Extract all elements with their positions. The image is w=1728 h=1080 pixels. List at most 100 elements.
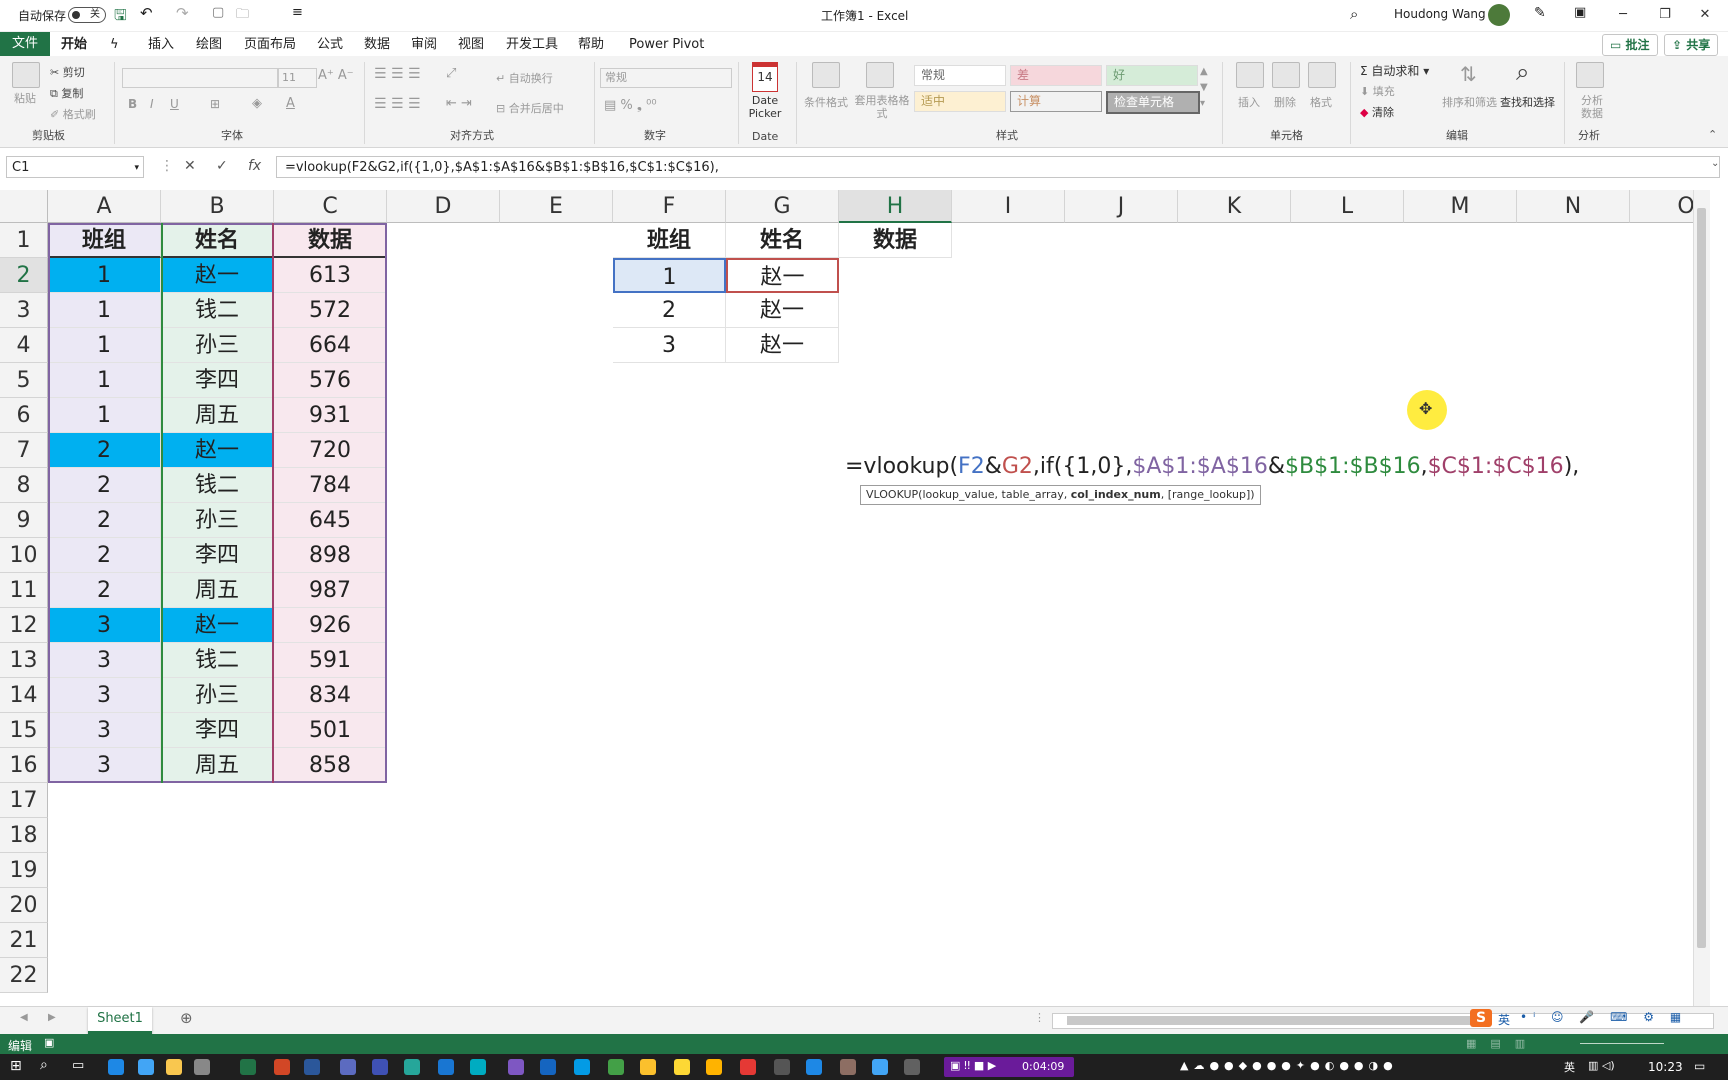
column-header-i[interactable]: I xyxy=(952,190,1065,223)
table-cell[interactable]: 赵一 xyxy=(726,293,839,328)
cell-edit-h2[interactable]: =vlookup(F2&G2,if({1,0},$A$1:$A$16&$B$1:… xyxy=(843,451,1580,483)
row-header-2[interactable]: 2 xyxy=(0,258,48,293)
style-good[interactable]: 好 xyxy=(1106,65,1198,86)
copy-button[interactable]: ⧉ 复制 xyxy=(50,85,83,101)
worksheet-grid[interactable]: ABCDEFGHIJKLMNO 1 2 3 4 5 6 7 8 9 10 11 12 13 14 15 16 1… xyxy=(0,190,1710,1006)
app-icon[interactable] xyxy=(806,1059,822,1075)
sort-filter-icon[interactable]: ⇅ xyxy=(1460,62,1477,86)
ribbon-display-icon[interactable]: ▣ xyxy=(1574,5,1586,20)
task-view-icon[interactable]: ▭ xyxy=(72,1058,84,1073)
new-file-icon[interactable]: ▢ xyxy=(212,5,224,20)
pen-icon[interactable]: ✎ xyxy=(1534,5,1546,21)
table-cell[interactable]: 周五 xyxy=(161,748,274,783)
tab-view[interactable]: 视图 xyxy=(458,36,484,56)
app-icon[interactable] xyxy=(904,1059,920,1075)
tab-power-pivot[interactable]: Power Pivot xyxy=(629,36,704,56)
enter-icon[interactable]: ✓ xyxy=(216,158,228,174)
table-cell[interactable]: 987 xyxy=(274,573,387,608)
row-header-8[interactable]: 8 xyxy=(0,468,48,503)
table-cell[interactable]: 赵一 xyxy=(161,608,274,643)
table-cell[interactable]: 赵一 xyxy=(726,328,839,363)
table-cell[interactable]: 3 xyxy=(613,328,726,363)
app-icon[interactable] xyxy=(340,1059,356,1075)
table-cell[interactable]: 赵一 xyxy=(726,258,839,293)
excel-icon[interactable] xyxy=(240,1059,256,1075)
style-scroll-icon[interactable]: ▲ ▼ ▾ xyxy=(1200,64,1208,112)
app-icon[interactable] xyxy=(438,1059,454,1075)
tab-draw[interactable]: 绘图 xyxy=(196,36,222,56)
row-header-21[interactable]: 21 xyxy=(0,923,48,958)
table-cell[interactable]: 孙三 xyxy=(161,328,274,363)
undo-icon[interactable]: ↶ xyxy=(140,4,153,22)
analyze-data-button[interactable]: 分析数据 xyxy=(1578,94,1606,120)
table-cell[interactable]: 周五 xyxy=(161,398,274,433)
lightning-icon[interactable]: ϟ xyxy=(110,36,119,56)
column-header-a[interactable]: A xyxy=(48,190,161,223)
analyze-data-icon[interactable] xyxy=(1576,62,1604,88)
table-cell[interactable]: 2 xyxy=(613,293,726,328)
table-cell[interactable]: 1 xyxy=(48,293,161,328)
row-header-17[interactable]: 17 xyxy=(0,783,48,818)
column-header-l[interactable]: L xyxy=(1291,190,1404,223)
taskbar-ime[interactable]: 英 xyxy=(1564,1059,1575,1075)
italic-icon[interactable]: I xyxy=(150,97,154,111)
search-icon[interactable]: ⌕ xyxy=(40,1057,48,1073)
cell-header-b[interactable]: 姓名 xyxy=(161,223,274,258)
app-icon[interactable] xyxy=(372,1059,388,1075)
row-header-12[interactable]: 12 xyxy=(0,608,48,643)
sheet-tab-sheet1[interactable]: Sheet1 xyxy=(88,1007,152,1034)
font-color-icon[interactable]: A xyxy=(286,96,295,111)
column-header-h[interactable]: H xyxy=(839,190,952,223)
app-icon[interactable] xyxy=(574,1059,590,1075)
redo-icon[interactable]: ↷ xyxy=(176,4,189,22)
fill-color-icon[interactable]: ◈ xyxy=(252,96,262,111)
style-bad[interactable]: 差 xyxy=(1010,65,1102,86)
collapse-ribbon-icon[interactable]: ⌃ xyxy=(1708,128,1717,141)
column-header-c[interactable]: C xyxy=(274,190,387,223)
row-header-5[interactable]: 5 xyxy=(0,363,48,398)
delete-cells-icon[interactable] xyxy=(1272,62,1300,88)
app-icon[interactable] xyxy=(840,1059,856,1075)
table-cell[interactable]: 3 xyxy=(48,643,161,678)
sort-filter-button[interactable]: 排序和筛选 xyxy=(1442,94,1497,110)
underline-icon[interactable]: U xyxy=(170,97,179,111)
explorer-icon[interactable] xyxy=(166,1059,182,1075)
style-normal[interactable]: 常规 xyxy=(914,65,1006,86)
table-cell[interactable]: 3 xyxy=(48,678,161,713)
share-button[interactable]: ⇪ 共享 xyxy=(1664,34,1719,56)
row-header-14[interactable]: 14 xyxy=(0,678,48,713)
accessibility-icon[interactable]: ▣ xyxy=(44,1036,54,1049)
tab-data[interactable]: 数据 xyxy=(364,36,390,56)
calendar-icon[interactable]: 14 xyxy=(752,62,778,92)
paste-icon[interactable] xyxy=(12,62,40,88)
wrap-text-button[interactable]: ↵ 自动换行 xyxy=(496,70,553,86)
table-cell[interactable]: 李四 xyxy=(161,363,274,398)
table-cell[interactable]: 2 xyxy=(48,503,161,538)
app-icon[interactable] xyxy=(706,1059,722,1075)
store-icon[interactable] xyxy=(194,1059,210,1075)
tab-file[interactable]: 文件 xyxy=(0,32,51,56)
column-header-d[interactable]: D xyxy=(387,190,500,223)
next-sheet-icon[interactable]: ▶ xyxy=(48,1012,56,1023)
ime-toolbar-icon[interactable]: •ⁱ ☺ 🎤 ⌨ ⚙ ▦ xyxy=(1520,1010,1687,1024)
paste-button[interactable]: 粘贴 xyxy=(14,90,36,106)
table-cell[interactable]: 926 xyxy=(274,608,387,643)
currency-icon[interactable]: ▤ % ❟ ⁰⁰ xyxy=(604,98,657,113)
table-cell[interactable]: 李四 xyxy=(161,538,274,573)
row-header-9[interactable]: 9 xyxy=(0,503,48,538)
system-tray-icons[interactable]: ▲☁●●◆●●●✦●◐●●◑● xyxy=(1180,1059,1398,1072)
font-size-select[interactable]: 11 xyxy=(278,68,317,88)
close-icon[interactable]: ✕ xyxy=(1694,4,1716,26)
autosave-toggle[interactable]: 关 xyxy=(68,7,106,23)
table-cell[interactable]: 834 xyxy=(274,678,387,713)
table-format-button[interactable]: 套用表格格式 xyxy=(852,94,912,120)
app-icon[interactable] xyxy=(674,1059,690,1075)
column-header-g[interactable]: G xyxy=(726,190,839,223)
windows-start-icon[interactable]: ⊞ xyxy=(10,1058,22,1074)
style-calculation[interactable]: 计算 xyxy=(1010,91,1102,112)
zoom-slider[interactable] xyxy=(1580,1043,1664,1044)
tab-review[interactable]: 审阅 xyxy=(411,36,437,56)
border-icon[interactable]: ⊞ xyxy=(210,97,220,111)
table-cell[interactable]: 2 xyxy=(48,538,161,573)
app-icon[interactable] xyxy=(404,1059,420,1075)
